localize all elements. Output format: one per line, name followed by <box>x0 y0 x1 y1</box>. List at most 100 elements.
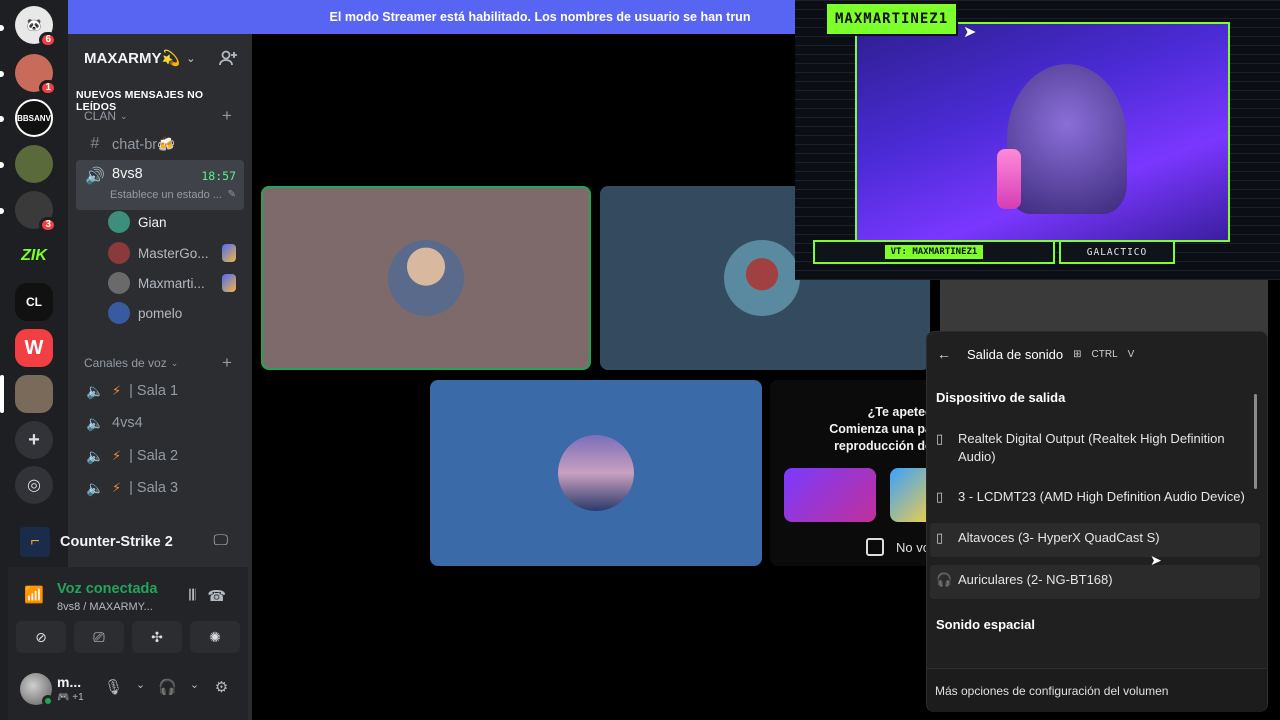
signal-icon[interactable]: 📶 <box>24 585 44 605</box>
bolt-icon: ⚡ <box>112 448 122 463</box>
user-controls: 🎙 ⌄ 🎧 ⌄ ⚙ <box>100 678 235 696</box>
server-header[interactable]: MAXARMY💫 ⌄ <box>68 36 252 80</box>
voice-channel-8vs8[interactable]: 🔊 8vs8 18:57 Establece un estado ... ✎ <box>76 160 244 210</box>
checkbox[interactable] <box>866 538 884 556</box>
speaker-icon: 🔊 <box>85 168 105 185</box>
server-icon-zik[interactable]: ZIK <box>15 237 53 275</box>
noise-suppression-icon[interactable]: 𝄃𝄃 <box>189 587 196 604</box>
channel-label: | Sala 2 <box>129 448 179 464</box>
server-name: MAXARMY💫 <box>84 50 181 67</box>
add-user-icon[interactable] <box>218 48 238 68</box>
flyout-header: ← Salida de sonido ⊞ CTRL V <box>927 332 1267 376</box>
avatar <box>108 211 130 233</box>
speaker-icon: 🔈 <box>85 448 105 465</box>
voice-channel-sala-3[interactable]: 🔈 ⚡ | Sala 3 <box>76 473 244 503</box>
gear-icon[interactable]: ⚙ <box>208 678 235 696</box>
output-device-item[interactable]: ▯ Realtek Digital Output (Realtek High De… <box>930 424 1260 472</box>
streamer-mode-text: El modo Streamer está habilitado. Los no… <box>329 10 751 24</box>
category-voice[interactable]: Canales de voz ⌄ + <box>84 353 232 372</box>
section-output-device: Dispositivo de salida <box>936 390 1066 405</box>
speaker-icon: ▯ <box>936 489 944 504</box>
shortcut-hint: ⊞ CTRL V <box>1073 349 1134 360</box>
streamer-tag: MAXMARTINEZ1 <box>825 2 959 36</box>
chevron-down-icon: ⌄ <box>186 52 196 65</box>
server-icon-4[interactable] <box>15 145 53 183</box>
voice-status-title[interactable]: Voz conectada <box>57 581 157 597</box>
activities-icon[interactable]: ✣ <box>132 621 182 653</box>
chevron-down-icon[interactable]: ⌄ <box>127 678 154 696</box>
headphones-icon[interactable]: 🎧 <box>154 678 181 696</box>
bolt-icon: ⚡ <box>112 383 122 398</box>
voice-channel-4vs4[interactable]: 🔈 4vs4 <box>76 408 244 438</box>
activity-card[interactable] <box>784 468 876 522</box>
sound-output-flyout: ← Salida de sonido ⊞ CTRL V Dispositivo de… <box>926 331 1268 712</box>
video-tile[interactable] <box>430 380 762 566</box>
server-icon-bbsanv[interactable]: BBSANV <box>15 99 53 137</box>
device-name: Realtek Digital Output (Realtek High Def… <box>958 431 1225 464</box>
chevron-down-icon[interactable]: ⌄ <box>181 678 208 696</box>
stream-game-icon[interactable]: 🖵 <box>214 532 228 549</box>
discord-window: 🐼 6 1 BBSANV 3 ZIK CL W + ◎ MAXARMY💫 ⌄ NU… <box>0 0 1280 720</box>
cursor-icon: ➤ <box>963 24 977 41</box>
member-name: Maxmarti... <box>138 275 205 291</box>
channel-status[interactable]: Establece un estado ... <box>110 189 222 201</box>
screen-share-icon[interactable]: ⎚ <box>74 621 124 653</box>
text-channel-chat-br[interactable]: # chat-br🍻 <box>76 128 244 160</box>
overlay-bar-right: GALACTICO <box>1059 240 1175 264</box>
output-device-item[interactable]: ▯ Altavoces (3- HyperX QuadCast S) <box>930 523 1260 557</box>
unread-pill <box>0 162 4 168</box>
camera-off-icon[interactable]: ⊘ <box>16 621 66 653</box>
compass-icon[interactable]: ◎ <box>15 466 53 504</box>
output-device-item[interactable]: 🎧 Auriculares (2- NG-BT168) <box>930 565 1260 599</box>
activity-icon <box>222 274 236 292</box>
plus-icon[interactable]: + <box>15 421 53 459</box>
back-arrow-icon[interactable]: ← <box>937 346 955 362</box>
overlay-vt-text: VT: MAXMARTINEZ1 <box>884 245 984 259</box>
soundboard-icon[interactable]: ✺ <box>190 621 240 653</box>
server-icon-2[interactable]: 1 <box>15 54 57 96</box>
pencil-icon[interactable]: ✎ <box>228 189 236 200</box>
server-icon-1[interactable]: 🐼 6 <box>15 6 57 48</box>
section-spatial-sound: Sonido espacial <box>936 617 1035 632</box>
server-icon-maxarmy[interactable] <box>15 375 53 413</box>
voice-member[interactable]: pomelo <box>108 300 244 326</box>
more-volume-settings-link[interactable]: Más opciones de configuración del volume… <box>927 668 1267 712</box>
streamer-mode-banner: El modo Streamer está habilitado. Los no… <box>68 0 828 34</box>
server-icon-cl[interactable]: CL <box>15 283 53 321</box>
game-activity[interactable]: ⌐ Counter-Strike 2 🖵 <box>8 517 248 567</box>
voice-status-channel[interactable]: 8vs8 / MAXARMY... <box>57 601 153 613</box>
channel-label: 8vs8 <box>112 166 143 182</box>
headphones-icon: 🎧 <box>936 572 953 587</box>
hash-icon: # <box>90 135 100 152</box>
video-tile[interactable] <box>261 186 591 370</box>
user-name[interactable]: m... <box>57 674 81 690</box>
mention-badge: 3 <box>39 217 57 233</box>
speaker-icon: 🔈 <box>85 383 105 400</box>
server-icon-w[interactable]: W <box>15 329 53 367</box>
bolt-icon: ⚡ <box>112 480 122 495</box>
shortcut-key: CTRL <box>1091 348 1118 360</box>
output-device-item[interactable]: ▯ 3 - LCDMT23 (AMD High Definition Audio … <box>930 482 1260 512</box>
voice-member[interactable]: Gian <box>108 209 244 235</box>
microphone-icon[interactable]: 🎙 <box>100 678 127 696</box>
voice-channel-sala-2[interactable]: 🔈 ⚡ | Sala 2 <box>76 441 244 471</box>
member-name: pomelo <box>138 305 183 321</box>
add-channel-icon[interactable]: + <box>222 106 232 126</box>
speaker-icon: ▯ <box>936 431 944 446</box>
chevron-down-icon: ⌄ <box>120 110 128 121</box>
voice-member[interactable]: MasterGo... <box>108 240 244 266</box>
channel-timer: 18:57 <box>201 169 236 183</box>
disconnect-icon[interactable]: ☎ <box>207 587 226 605</box>
mention-badge: 6 <box>39 32 57 48</box>
voice-channel-sala-1[interactable]: 🔈 ⚡ | Sala 1 <box>76 376 244 406</box>
server-icon-5[interactable]: 3 <box>15 191 57 233</box>
member-name: Gian <box>138 214 167 230</box>
add-channel-icon[interactable]: + <box>222 353 232 373</box>
channel-label: 4vs4 <box>112 415 143 431</box>
member-name: MasterGo... <box>138 245 209 261</box>
category-clan[interactable]: CLAN ⌄ + <box>84 106 232 125</box>
unread-pill <box>0 25 4 31</box>
unread-pill <box>0 71 4 77</box>
voice-member[interactable]: Maxmarti... <box>108 270 244 296</box>
activity-promo: ¿Te apetec Comienza una pa reproducción … <box>770 380 940 566</box>
